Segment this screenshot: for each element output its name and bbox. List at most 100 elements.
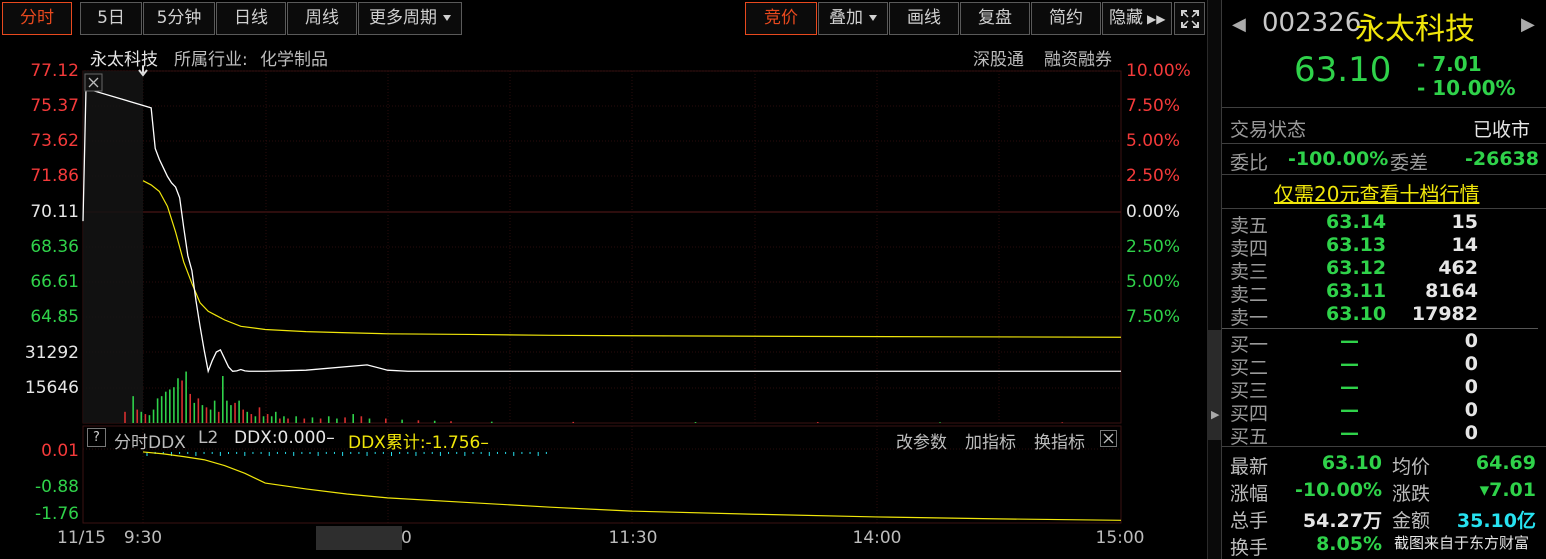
wc-label: 委差 [1390,152,1429,174]
auction-zone [83,71,143,423]
ddx-tick: 0.01 [41,441,79,461]
price-tick: 66.61 [30,272,79,292]
last-price: 63.10 [1294,50,1392,90]
time-tick: 0 [401,528,412,548]
order-price: — [1340,399,1359,421]
cursor-time-box [316,526,402,550]
stock-title: 永太科技 [1355,12,1475,47]
price-tick: 70.11 [30,202,79,222]
wc-value: -26638 [1465,148,1539,170]
order-price: — [1340,353,1359,375]
splitter-handle[interactable] [1208,330,1221,440]
stat-label: 金额 [1392,510,1431,532]
close-icon [1103,433,1114,444]
stat-label: 涨跌 [1392,483,1431,505]
pct-tick: 7.50% [1126,96,1181,116]
chevron-left-icon: ◀ [1232,14,1246,35]
modify-params-button[interactable]: 改参数 [896,428,947,453]
price-tick: 64.85 [30,307,79,327]
order-volume: 0 [1464,330,1478,352]
order-price: — [1340,422,1359,444]
indicator-close-button[interactable] [1100,430,1117,447]
pct-tick: 2.50% [1126,166,1181,186]
add-indicator-button[interactable]: 加指标 [965,428,1016,453]
order-volume: 0 [1464,399,1478,421]
order-price: 63.13 [1326,234,1387,256]
order-price: 63.12 [1326,257,1387,279]
next-stock-button[interactable]: ▶ [1521,14,1535,35]
pct-tick: 2.50% [1126,237,1181,257]
divider [1222,143,1546,144]
ddx-tick: -0.88 [35,477,79,497]
wb-value: -100.00% [1288,148,1389,170]
divider [1222,208,1546,209]
price-tick: 68.36 [30,237,79,257]
stat-value: 54.27万 [1302,510,1382,532]
price-tick: 77.12 [30,61,79,81]
order-price: 63.14 [1326,211,1387,233]
prev-stock-button[interactable]: ◀ [1232,14,1246,35]
switch-indicator-button[interactable]: 换指标 [1034,428,1085,453]
pct-tick: 10.00% [1126,61,1191,81]
stat-label: 换手 [1230,537,1269,559]
order-volume: 0 [1464,422,1478,444]
divider [1222,446,1546,447]
stat-label: 最新 [1230,456,1269,478]
divider [1222,107,1546,108]
pct-tick: 0.00% [1126,202,1181,222]
status-label: 交易状态 [1230,119,1307,141]
stat-value: -10.00% [1294,479,1382,501]
order-volume: 462 [1438,257,1478,279]
order-level-label: 买五 [1230,426,1269,448]
stat-label: 总手 [1230,510,1269,532]
price-change-pct: - 10.00% [1417,76,1516,100]
ddx-total-value: DDX累计:-1.756– [348,433,489,453]
time-tick: 15:00 [1095,528,1145,548]
order-price: 63.11 [1326,280,1387,302]
intraday-chart[interactable] [0,0,1220,559]
time-tick: 9:30 [123,528,163,548]
volume-bars [124,371,1064,423]
price-change: - 7.01 [1417,52,1482,76]
pct-tick: 5.00% [1126,131,1181,151]
pct-tick: 7.50% [1126,307,1181,327]
level10-promo-link[interactable]: 仅需20元查看十档行情 [1274,178,1479,207]
time-tick: 11:30 [608,528,658,548]
price-tick: 75.37 [30,96,79,116]
stat-value: 63.10 [1321,452,1382,474]
order-volume: 8164 [1425,280,1478,302]
quote-panel: ◀ 002326 永太科技 ▶ 63.10 - 7.01 - 10.00% 交易… [1221,0,1546,559]
stat-value: 35.10亿 [1456,510,1536,532]
order-volume: 17982 [1411,303,1478,325]
stat-label: 涨幅 [1230,483,1269,505]
divider [1222,174,1546,175]
pct-tick: 5.00% [1126,272,1181,292]
help-button[interactable]: ? [87,428,106,447]
chart-grid [83,70,1121,523]
volume-tick: 31292 [24,343,79,363]
order-price: — [1340,376,1359,398]
ddx-value: DDX:0.000– [234,428,335,448]
panel-splitter[interactable]: ▶ [1207,0,1221,559]
stat-label: 均价 [1392,456,1431,478]
chevron-right-icon: ▶ [1521,14,1535,35]
watermark: 截图来自于东方财富 [1394,532,1530,553]
stock-code: 002326 [1262,8,1362,38]
price-tick: 73.62 [30,131,79,151]
volume-tick: 15646 [24,378,79,398]
price-tick: 71.86 [30,166,79,186]
order-level-label: 卖一 [1230,307,1269,329]
date-tick: 11/15 [57,528,106,548]
chevron-right-icon: ▶ [1211,408,1220,421]
order-price: — [1340,330,1359,352]
wb-label: 委比 [1230,152,1269,174]
order-volume: 14 [1451,234,1478,256]
indicator-name: 分时DDX [114,433,186,453]
order-volume: 0 [1464,376,1478,398]
ddx-tick: -1.76 [35,504,79,524]
avg-price-line [142,180,1122,338]
stat-value: ▾7.01 [1479,479,1536,501]
price-line [82,87,1121,374]
divider [1222,328,1538,329]
stat-value: 8.05% [1316,533,1382,555]
